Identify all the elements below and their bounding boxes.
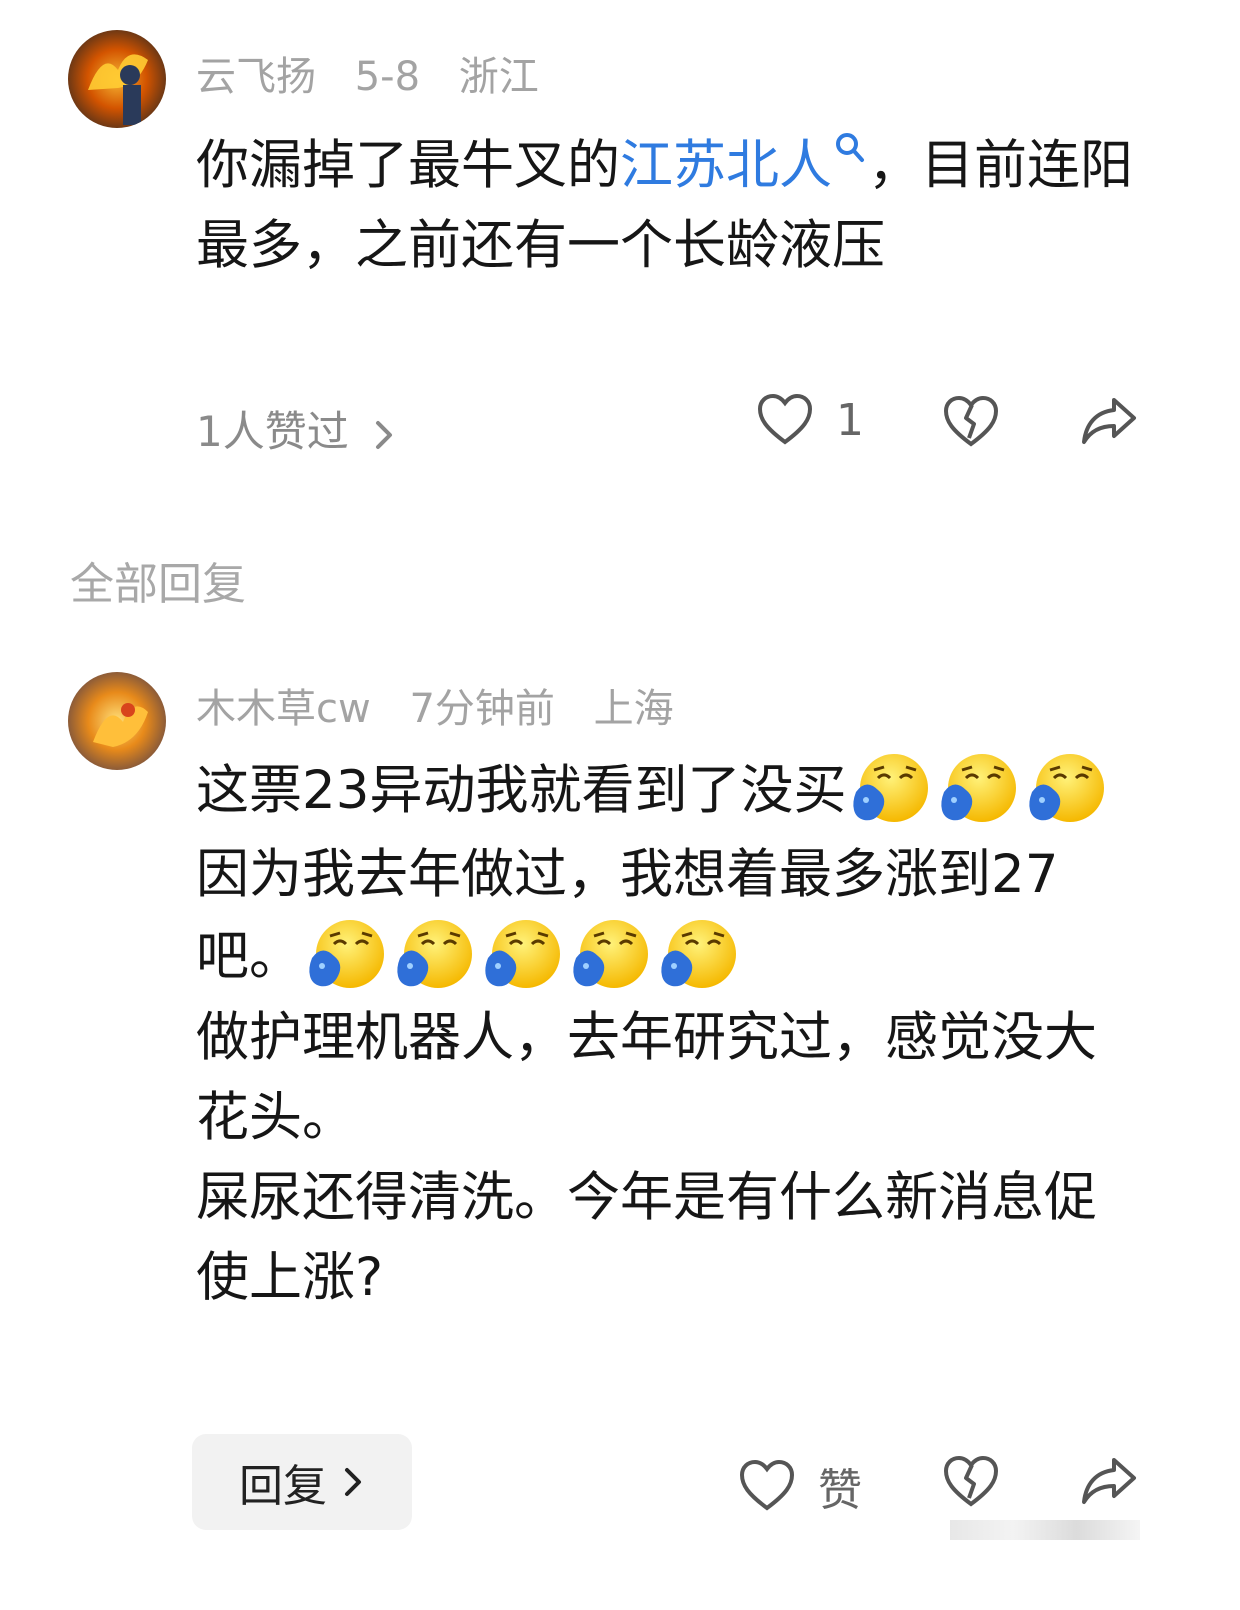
crying-emoji-icon xyxy=(304,914,388,998)
crying-emoji-icon xyxy=(656,914,740,998)
broken-heart-icon xyxy=(943,395,999,447)
reply-text: 这票23异动我就看到了没买 因为我去年做过，我想着最多涨到27吧。 做护理机器人… xyxy=(196,748,1136,1318)
author-name[interactable]: 木木草cw xyxy=(196,686,371,732)
dislike-button[interactable] xyxy=(942,1454,1000,1510)
emoji-group xyxy=(302,920,742,989)
reply-time: 7分钟前 xyxy=(409,686,555,732)
like-label: 赞 xyxy=(818,1465,862,1516)
crying-emoji-icon xyxy=(480,914,564,998)
like-count: 1 xyxy=(836,394,864,446)
crying-emoji-icon xyxy=(848,748,932,832)
share-icon xyxy=(1082,1458,1136,1504)
emoji-group xyxy=(846,754,1110,823)
crying-emoji-icon xyxy=(568,914,652,998)
crying-emoji-icon xyxy=(392,914,476,998)
dislike-button[interactable] xyxy=(942,394,1000,450)
chevron-right-icon xyxy=(376,420,393,449)
heart-icon xyxy=(739,1459,795,1511)
share-button[interactable] xyxy=(1080,1454,1138,1508)
author-name[interactable]: 云飞扬 xyxy=(196,54,316,100)
like-button[interactable]: 赞 xyxy=(738,1454,862,1518)
share-button[interactable] xyxy=(1080,394,1138,448)
reply-line: 屎尿还得清洗。今年是有什么新消息促使上涨? xyxy=(196,1167,1097,1309)
section-title: 全部回复 xyxy=(70,559,246,610)
heart-icon xyxy=(757,393,813,445)
reply-line: 因为我去年做过，我想着最多涨到27吧。 xyxy=(196,834,1136,998)
like-button[interactable]: 1 xyxy=(756,392,864,448)
crying-emoji-icon xyxy=(936,748,1020,832)
reply-line: 做护理机器人，去年研究过，感觉没大花头。 xyxy=(196,1007,1097,1149)
share-icon xyxy=(1082,398,1136,444)
comment-date: 5-8 xyxy=(354,54,421,100)
home-indicator xyxy=(950,1520,1140,1540)
comment-text: 你漏掉了最牛叉的江苏北人 ，目前连阳最多，之前还有一个长龄液压 xyxy=(196,126,1136,286)
stock-link[interactable]: 江苏北人 xyxy=(620,135,832,196)
crying-emoji-icon xyxy=(1024,748,1108,832)
broken-heart-icon xyxy=(943,1455,999,1507)
likes-summary[interactable]: 1人赞过 xyxy=(196,398,396,459)
reply-location: 上海 xyxy=(593,686,674,732)
avatar[interactable] xyxy=(68,30,166,128)
reply-meta: 木木草cw 7分钟前 上海 xyxy=(196,676,700,734)
comment-meta: 云飞扬 5-8 浙江 xyxy=(196,44,565,102)
comment-location: 浙江 xyxy=(458,54,539,100)
search-icon[interactable] xyxy=(832,130,868,170)
avatar[interactable] xyxy=(68,672,166,770)
reply-button[interactable]: 回复 xyxy=(192,1434,412,1530)
reply-line: 这票23异动我就看到了没买 xyxy=(196,748,1136,834)
chevron-right-icon xyxy=(345,1468,361,1496)
